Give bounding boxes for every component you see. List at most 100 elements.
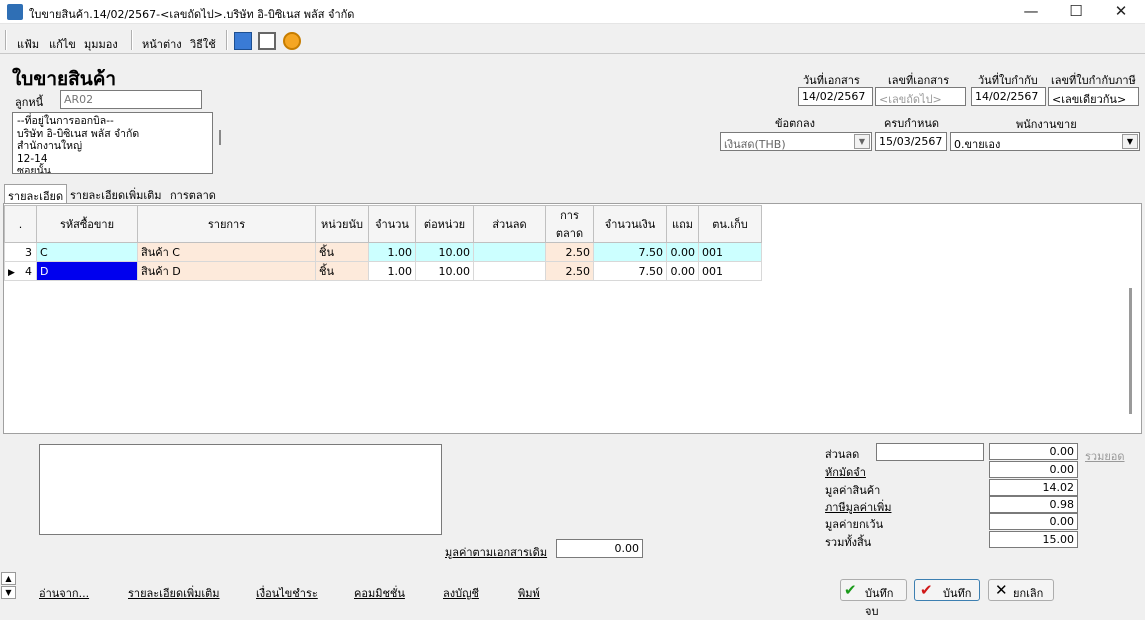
row-number: 3 bbox=[4, 242, 37, 262]
col-code[interactable]: รหัสซื้อขาย bbox=[36, 205, 138, 243]
total-label: รวมทั้งสิ้น bbox=[825, 536, 872, 549]
orig-doc-value-link[interactable]: มูลค่าตามเอกสารเดิม bbox=[445, 543, 547, 561]
doc-no-field[interactable]: <เลขถัดไป> bbox=[875, 87, 966, 106]
toolbar-separator bbox=[131, 30, 133, 50]
table-row[interactable]: 3 C สินค้า C ชิ้น 1.00 10.00 2.50 7.50 0… bbox=[4, 242, 762, 262]
deposit-link[interactable]: หักมัดจำ bbox=[825, 463, 866, 481]
save-close-button[interactable]: ✔ บันทึกจบ bbox=[840, 579, 907, 618]
app-icon bbox=[7, 4, 23, 20]
deposit-value: 0.00 bbox=[989, 461, 1078, 478]
menu-view[interactable]: มุมมอง bbox=[84, 35, 118, 53]
title-bar: ใบขายสินค้า.14/02/2567-<เลขถัดไป>.บริษัท… bbox=[0, 0, 1145, 24]
cell-amount[interactable]: 7.50 bbox=[593, 261, 667, 281]
menu-window[interactable]: หน้าต่าง bbox=[142, 35, 182, 53]
more-details-link[interactable]: รายละเอียดเพิ่มเติม bbox=[128, 584, 220, 602]
calculator-icon[interactable] bbox=[234, 32, 252, 50]
orig-doc-value-field[interactable]: 0.00 bbox=[556, 539, 643, 558]
cell-price[interactable]: 10.00 bbox=[415, 242, 474, 262]
grid-scrollbar[interactable] bbox=[1129, 288, 1132, 414]
tab-details[interactable]: รายละเอียด bbox=[4, 184, 68, 203]
cell-amount[interactable]: 7.50 bbox=[593, 242, 667, 262]
discount-value: 0.00 bbox=[989, 443, 1078, 460]
vat-link[interactable]: ภาษีมูลค่าเพิ่ม bbox=[825, 498, 891, 516]
cell-qty[interactable]: 1.00 bbox=[368, 242, 416, 262]
exempt-label: มูลค่ายกเว้น bbox=[825, 518, 884, 531]
chevron-down-icon[interactable]: ▼ bbox=[1122, 134, 1138, 149]
tax-date-field[interactable]: 14/02/2567 bbox=[971, 87, 1046, 106]
cell-item[interactable]: สินค้า C bbox=[137, 242, 316, 262]
col-marker[interactable]: . bbox=[4, 205, 37, 243]
col-qty[interactable]: จำนวน bbox=[368, 205, 416, 243]
col-amount[interactable]: จำนวนเงิน bbox=[593, 205, 667, 243]
read-from-link[interactable]: อ่านจาก... bbox=[39, 584, 89, 602]
salesperson-select[interactable]: 0.ขายเอง ▼ bbox=[950, 132, 1140, 151]
col-discount[interactable]: ส่วนลด bbox=[473, 205, 546, 243]
doc-date-field[interactable]: 14/02/2567 bbox=[798, 87, 873, 106]
tax-no-field[interactable]: <เลขเดียวกัน> bbox=[1048, 87, 1139, 106]
col-free[interactable]: แถม bbox=[666, 205, 699, 243]
col-marketing[interactable]: การตลาด bbox=[545, 205, 594, 243]
address-box[interactable]: --ที่อยู่ในการออกบิล-- บริษัท อิ-บิซิเนส… bbox=[12, 112, 213, 174]
col-price[interactable]: ต่อหน่วย bbox=[415, 205, 474, 243]
row-index: 4 bbox=[25, 264, 32, 278]
cell-qty[interactable]: 1.00 bbox=[368, 261, 416, 281]
terms-select[interactable]: เงินสด(THB) ▼ bbox=[720, 132, 872, 151]
address-scrollbar[interactable] bbox=[219, 130, 221, 145]
maximize-button[interactable]: ☐ bbox=[1054, 0, 1098, 24]
table-row[interactable]: ▶ 4 D สินค้า D ชิ้น 1.00 10.00 2.50 7.50 … bbox=[4, 261, 762, 281]
col-store[interactable]: ตน.เก็บ bbox=[698, 205, 762, 243]
close-button[interactable]: ✕ bbox=[1099, 0, 1143, 24]
save-close-label: บันทึกจบ bbox=[865, 587, 894, 618]
col-unit[interactable]: หน่วยนับ bbox=[315, 205, 369, 243]
cell-store[interactable]: 001 bbox=[698, 261, 762, 281]
cell-discount[interactable] bbox=[473, 242, 546, 262]
cancel-button[interactable]: ✕ ยกเลิก bbox=[988, 579, 1054, 601]
customer-code-field[interactable]: AR02 bbox=[60, 90, 202, 109]
goods-value: 14.02 bbox=[989, 479, 1078, 496]
address-line: บริษัท อิ-บิซิเนส พลัส จำกัด bbox=[17, 127, 140, 140]
toolbar-separator bbox=[226, 30, 228, 50]
col-item[interactable]: รายการ bbox=[137, 205, 316, 243]
check-icon: ✔ bbox=[844, 581, 857, 599]
cell-free[interactable]: 0.00 bbox=[666, 261, 699, 281]
customer-label: ลูกหนี้ bbox=[15, 96, 44, 109]
post-account-link[interactable]: ลงบัญชี bbox=[443, 584, 479, 602]
row-number: ▶ 4 bbox=[4, 261, 37, 281]
terms-label: ข้อตกลง bbox=[775, 117, 816, 130]
save-button[interactable]: ✔ บันทึก bbox=[914, 579, 980, 601]
discount-input[interactable] bbox=[876, 443, 984, 461]
due-date-field[interactable]: 15/03/2567 bbox=[875, 132, 947, 151]
print-link[interactable]: พิมพ์ bbox=[518, 584, 540, 602]
notes-box[interactable] bbox=[39, 444, 442, 535]
collapse-button[interactable]: ▲ bbox=[1, 572, 16, 585]
commission-link[interactable]: คอมมิชชั่น bbox=[354, 584, 405, 602]
tab-marketing[interactable]: การตลาด bbox=[167, 184, 219, 203]
close-icon: ✕ bbox=[995, 581, 1008, 599]
menu-toolbar: แฟ้ม แก้ไข มุมมอง หน้าต่าง วิธีใช้ bbox=[0, 26, 1145, 54]
payment-terms-link[interactable]: เงื่อนไขชำระ bbox=[256, 584, 318, 602]
items-grid: . รหัสซื้อขาย รายการ หน่วยนับ จำนวน ต่อห… bbox=[3, 203, 1142, 434]
sum-total-link[interactable]: รวมยอด bbox=[1085, 447, 1125, 465]
discount-label: ส่วนลด bbox=[825, 448, 860, 461]
cell-marketing[interactable]: 2.50 bbox=[545, 242, 594, 262]
clipboard-icon[interactable] bbox=[258, 32, 276, 50]
cell-item[interactable]: สินค้า D bbox=[137, 261, 316, 281]
due-label: ครบกำหนด bbox=[884, 117, 939, 130]
cell-code[interactable]: C bbox=[36, 242, 138, 262]
cell-marketing[interactable]: 2.50 bbox=[545, 261, 594, 281]
expand-button[interactable]: ▼ bbox=[1, 586, 16, 599]
menu-help[interactable]: วิธีใช้ bbox=[190, 35, 216, 53]
menu-file[interactable]: แฟ้ม bbox=[17, 35, 39, 53]
cell-free[interactable]: 0.00 bbox=[666, 242, 699, 262]
cell-code[interactable]: D bbox=[36, 261, 138, 281]
cell-unit[interactable]: ชิ้น bbox=[315, 261, 369, 281]
chevron-down-icon[interactable]: ▼ bbox=[854, 134, 870, 149]
cell-price[interactable]: 10.00 bbox=[415, 261, 474, 281]
cell-discount[interactable] bbox=[473, 261, 546, 281]
minimize-button[interactable]: — bbox=[1009, 0, 1053, 24]
cell-store[interactable]: 001 bbox=[698, 242, 762, 262]
tab-more-details[interactable]: รายละเอียดเพิ่มเติม bbox=[67, 184, 165, 203]
cell-unit[interactable]: ชิ้น bbox=[315, 242, 369, 262]
menu-edit[interactable]: แก้ไข bbox=[49, 35, 76, 53]
refresh-icon[interactable] bbox=[283, 32, 301, 50]
